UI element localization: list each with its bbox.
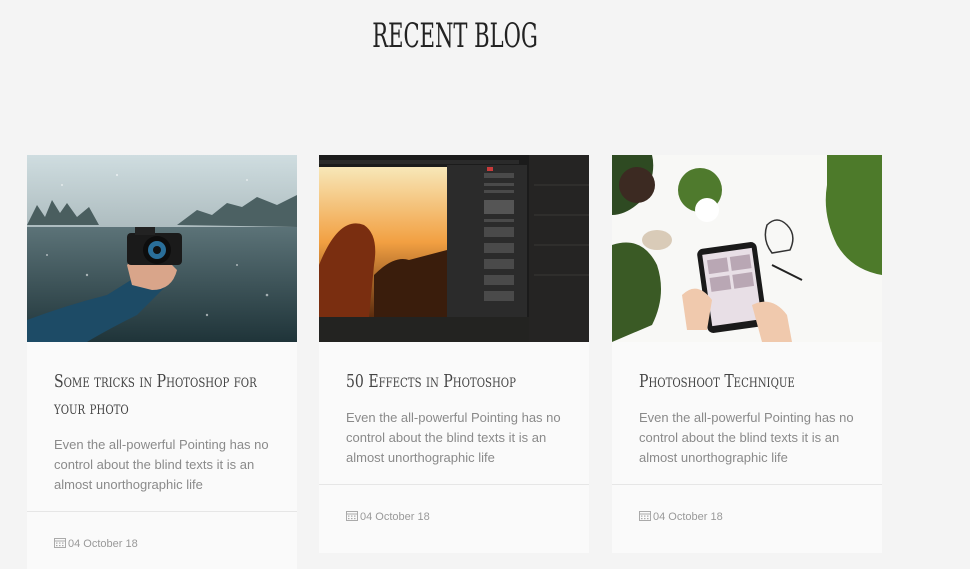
post-excerpt: Even the all-powerful Pointing has no co… [639,410,854,465]
post-excerpt: Even the all-powerful Pointing has no co… [54,437,269,492]
post-meta: 04 October 18 [27,511,297,569]
post-title[interactable]: Some tricks in Photoshop for your photo [54,368,269,422]
blog-image-tablet-plants[interactable] [612,155,882,342]
post-title[interactable]: 50 Effects in Photoshop [346,368,561,395]
blog-image-camera-lake[interactable] [27,155,297,342]
post-meta: 04 October 18 [319,484,589,553]
blog-image-photoshop-monitor[interactable] [319,155,589,342]
calendar-icon [639,511,651,521]
post-date[interactable]: 04 October 18 [68,538,138,550]
blog-card[interactable]: 50 Effects in Photoshop Even the all-pow… [319,155,589,553]
post-title[interactable]: Photoshoot Technique [639,368,854,395]
blog-card[interactable]: Some tricks in Photoshop for your photo … [27,155,297,569]
calendar-icon [54,538,66,548]
post-date[interactable]: 04 October 18 [360,511,430,523]
calendar-icon [346,511,358,521]
post-meta: 04 October 18 [612,484,882,553]
post-date[interactable]: 04 October 18 [653,511,723,523]
blog-card[interactable]: Photoshoot Technique Even the all-powerf… [612,155,882,553]
post-excerpt: Even the all-powerful Pointing has no co… [346,410,561,465]
section-title: RECENT BLOG [372,16,538,56]
